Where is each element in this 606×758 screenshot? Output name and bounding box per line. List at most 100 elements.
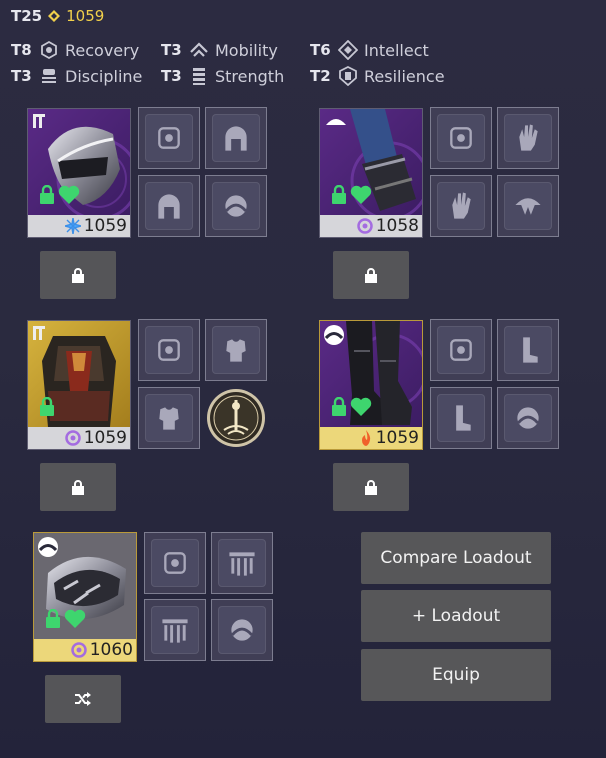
solar-icon — [361, 430, 370, 446]
compare-loadout-button[interactable]: Compare Loadout — [361, 532, 551, 584]
class-item-socket-general[interactable] — [144, 532, 206, 594]
lock-icon[interactable] — [330, 185, 348, 205]
gauntlets-item[interactable]: 1058 — [319, 108, 423, 238]
lock-icon — [365, 479, 377, 495]
chest-mod-icon — [226, 339, 246, 362]
lock-icon[interactable] — [330, 397, 348, 417]
class-item-mod-icon — [229, 552, 255, 576]
void-icon — [356, 218, 373, 234]
helmet-power-footer: 1059 — [28, 215, 130, 237]
chest-lock-button[interactable] — [40, 463, 116, 511]
exotic-perk-icon[interactable] — [206, 388, 266, 448]
class-item-badges — [44, 609, 86, 629]
legs-socket-season[interactable] — [497, 387, 559, 449]
gauntlets-socket-general[interactable] — [430, 107, 492, 169]
class-item-socket-class[interactable] — [211, 532, 273, 594]
helmet-item[interactable]: 1059 — [27, 108, 131, 238]
helmet-socket-season[interactable] — [205, 175, 267, 237]
stat-discipline: T3 Discipline — [11, 66, 143, 86]
class-item-power: 1060 — [89, 640, 133, 660]
helmet-mod-icon — [225, 126, 247, 151]
gauntlets-socket-season[interactable] — [497, 175, 559, 237]
intellect-icon — [338, 40, 358, 60]
void-icon — [70, 642, 87, 658]
chest-power-footer: 1059 — [28, 427, 130, 449]
chest-item[interactable]: 1059 — [27, 320, 131, 450]
season-mod-icon — [231, 619, 253, 641]
legs-power: 1059 — [375, 428, 419, 448]
leg-mod-icon — [523, 337, 538, 363]
chest-socket-chest[interactable] — [205, 319, 267, 381]
legs-socket-legs[interactable] — [497, 319, 559, 381]
lock-icon — [72, 479, 84, 495]
lock-icon[interactable] — [44, 609, 62, 629]
class-item-socket-artifact[interactable] — [144, 599, 206, 661]
general-mod-icon — [158, 127, 180, 149]
legs-item[interactable]: 1059 — [319, 320, 423, 450]
stasis-icon — [64, 218, 81, 234]
general-mod-icon — [450, 339, 472, 361]
resilience-icon — [339, 66, 357, 86]
mobility-icon — [190, 42, 208, 57]
favorite-heart-icon[interactable] — [64, 609, 86, 629]
chest-badges — [38, 397, 56, 417]
class-item[interactable]: 1060 — [33, 532, 137, 662]
helmet-socket-artifact[interactable] — [138, 175, 200, 237]
helmet-socket-helmet[interactable] — [205, 107, 267, 169]
void-icon — [64, 430, 81, 446]
lock-icon[interactable] — [38, 397, 56, 417]
power-icon — [48, 10, 61, 22]
gauntlets-power-footer: 1058 — [320, 215, 422, 237]
helmet-badges — [38, 185, 80, 205]
lock-icon — [365, 267, 377, 283]
stat-strength: T3 Strength — [161, 66, 285, 86]
total-power: 1059 — [66, 7, 105, 25]
season-mod-icon — [517, 407, 539, 429]
shuffle-icon — [75, 692, 91, 706]
helmet-power: 1059 — [83, 216, 127, 236]
class-item-mod-icon — [162, 619, 188, 643]
lock-icon[interactable] — [38, 185, 56, 205]
general-mod-icon — [450, 127, 472, 149]
legs-socket-artifact[interactable] — [430, 387, 492, 449]
total-tier: T25 — [11, 7, 43, 25]
helmet-mod-icon — [158, 194, 180, 219]
chest-socket-general[interactable] — [138, 319, 200, 381]
chest-power: 1059 — [83, 428, 127, 448]
lock-icon — [72, 267, 84, 283]
helmet-lock-button[interactable] — [40, 251, 116, 299]
legs-power-footer: 1059 — [320, 427, 422, 449]
favorite-heart-icon[interactable] — [58, 185, 80, 205]
gauntlets-socket-artifact[interactable] — [430, 175, 492, 237]
gauntlets-power: 1058 — [375, 216, 419, 236]
leg-mod-icon — [456, 405, 471, 431]
stat-recovery: T8 Recovery — [11, 40, 140, 60]
favorite-heart-icon[interactable] — [350, 185, 372, 205]
discipline-icon — [42, 69, 56, 83]
recovery-icon — [41, 40, 57, 60]
legs-socket-general[interactable] — [430, 319, 492, 381]
general-mod-icon — [164, 552, 186, 574]
loadout-summary: T25 1059 — [11, 7, 104, 25]
class-item-socket-season[interactable] — [211, 599, 273, 661]
class-item-power-footer: 1060 — [34, 639, 136, 661]
season-mod-icon — [515, 198, 541, 215]
general-mod-icon — [158, 339, 180, 361]
gauntlets-socket-arms[interactable] — [497, 107, 559, 169]
equip-button[interactable]: Equip — [361, 649, 551, 701]
season-mod-icon — [225, 195, 247, 217]
stat-intellect: T6 Intellect — [310, 40, 429, 60]
helmet-socket-general[interactable] — [138, 107, 200, 169]
gauntlets-lock-button[interactable] — [333, 251, 409, 299]
randomize-button[interactable] — [45, 675, 121, 723]
favorite-heart-icon[interactable] — [350, 397, 372, 417]
gauntlets-badges — [330, 185, 372, 205]
strength-icon — [193, 68, 205, 85]
legs-lock-button[interactable] — [333, 463, 409, 511]
legs-badges — [330, 397, 372, 417]
add-loadout-button[interactable]: + Loadout — [361, 590, 551, 642]
arms-mod-icon — [452, 192, 471, 219]
stat-resilience: T2 Resilience — [310, 66, 445, 86]
chest-socket-artifact[interactable] — [138, 387, 200, 449]
chest-mod-icon — [159, 407, 179, 430]
